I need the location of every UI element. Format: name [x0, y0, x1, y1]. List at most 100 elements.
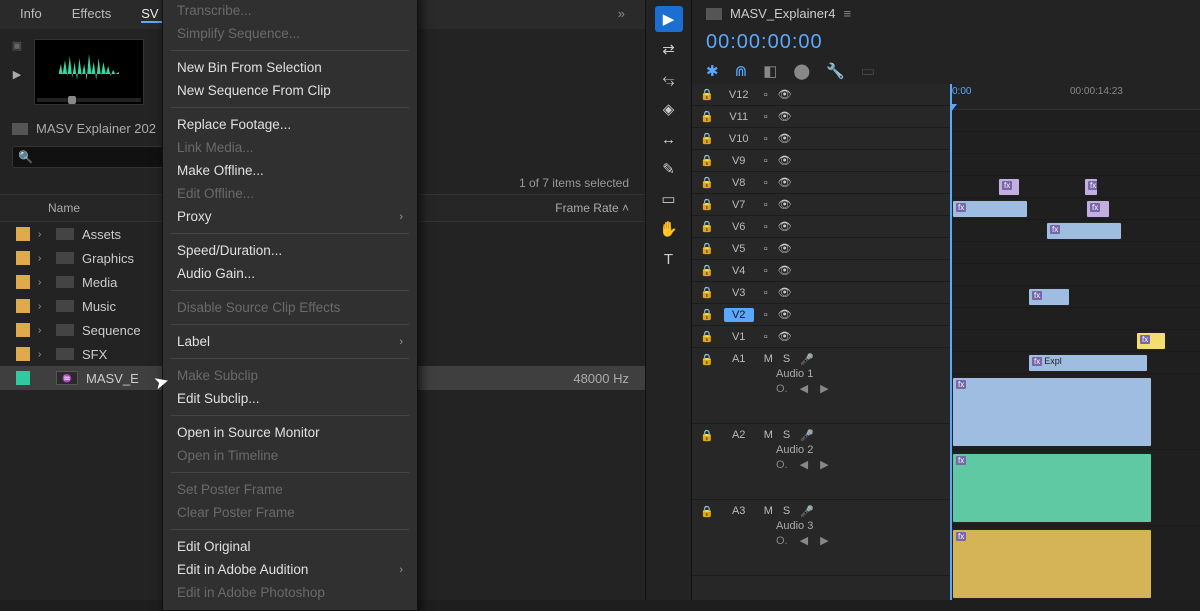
toggle-output-icon[interactable]: ▫: [764, 331, 768, 343]
track-label[interactable]: V2: [724, 308, 754, 322]
timeline-clip[interactable]: fx: [1136, 332, 1166, 350]
keyframe-icon[interactable]: O.: [776, 535, 788, 547]
eye-icon[interactable]: 👁: [778, 110, 792, 123]
video-track-header[interactable]: 🔒 V11 ▫ 👁: [692, 106, 950, 128]
eye-icon[interactable]: 👁: [778, 198, 792, 211]
video-track-header[interactable]: 🔒 V12 ▫ 👁: [692, 84, 950, 106]
prev-keyframe-icon[interactable]: ◀: [800, 458, 808, 471]
lock-icon[interactable]: 🔒: [700, 220, 714, 233]
toggle-output-icon[interactable]: ▫: [764, 133, 768, 145]
track-label[interactable]: V1: [724, 330, 754, 344]
mic-icon[interactable]: 🎤: [800, 429, 814, 442]
chevron-right-icon[interactable]: ›: [38, 349, 48, 360]
context-menu-item[interactable]: Edit Original: [163, 535, 417, 558]
lock-icon[interactable]: 🔒: [700, 286, 714, 299]
context-menu-item[interactable]: Edit in Adobe Audition›: [163, 558, 417, 581]
track-label[interactable]: V9: [724, 154, 754, 168]
lock-icon[interactable]: 🔒: [700, 88, 714, 101]
hamburger-icon[interactable]: ≡: [844, 6, 852, 21]
time-ruler[interactable]: 0:00 00:00:14:23: [950, 84, 1200, 110]
lock-icon[interactable]: 🔒: [700, 264, 714, 277]
track-label[interactable]: A2: [724, 428, 754, 442]
wrench-icon[interactable]: 🔧: [826, 62, 845, 80]
next-keyframe-icon[interactable]: ▶: [820, 534, 828, 547]
chevron-right-icon[interactable]: ›: [38, 301, 48, 312]
video-track-header[interactable]: 🔒V6▫👁: [692, 216, 950, 238]
solo-button[interactable]: S: [783, 353, 790, 365]
timeline-clip[interactable]: fx: [1028, 288, 1070, 306]
play-icon[interactable]: ▶: [13, 68, 21, 81]
context-menu-item[interactable]: Make Offline...: [163, 159, 417, 182]
timeline-clip[interactable]: fx: [952, 453, 1152, 523]
toggle-output-icon[interactable]: ▫: [764, 111, 768, 123]
track-label[interactable]: V4: [724, 264, 754, 278]
track-label[interactable]: V10: [724, 132, 754, 146]
eye-icon[interactable]: 👁: [778, 330, 792, 343]
toggle-output-icon[interactable]: ▫: [764, 89, 768, 101]
toggle-output-icon[interactable]: ▫: [764, 309, 768, 321]
toggle-output-icon[interactable]: ▫: [764, 155, 768, 167]
tool-button[interactable]: ⇄: [655, 36, 683, 62]
playhead[interactable]: [950, 84, 952, 600]
context-menu-item[interactable]: Open in Source Monitor: [163, 421, 417, 444]
lock-icon[interactable]: 🔒: [700, 154, 714, 167]
eye-icon[interactable]: 👁: [778, 220, 792, 233]
lock-icon[interactable]: 🔒: [700, 110, 714, 123]
timeline-clip[interactable]: fx: [952, 529, 1152, 599]
eye-icon[interactable]: 👁: [778, 154, 792, 167]
tool-button[interactable]: ▭: [655, 186, 683, 212]
tool-button[interactable]: ⥃: [655, 66, 683, 92]
track-label[interactable]: A1: [724, 352, 754, 366]
tab-effects[interactable]: Effects: [72, 6, 112, 23]
video-track-header[interactable]: 🔒V3▫👁: [692, 282, 950, 304]
audio-track-header[interactable]: 🔒A2MS🎤Audio 2O.◀▶: [692, 424, 950, 500]
chevron-right-icon[interactable]: ›: [38, 325, 48, 336]
context-menu-item[interactable]: Edit Subclip...: [163, 387, 417, 410]
timeline-clip[interactable]: fx: [952, 377, 1152, 447]
timeline-clip[interactable]: fx: [998, 178, 1020, 196]
keyframe-icon[interactable]: O.: [776, 383, 788, 395]
tool-button[interactable]: ↔: [655, 126, 683, 152]
tab-info[interactable]: Info: [20, 6, 42, 23]
toggle-output-icon[interactable]: ▫: [764, 287, 768, 299]
audio-track-header[interactable]: 🔒A3MS🎤Audio 3O.◀▶: [692, 500, 950, 576]
lock-icon[interactable]: 🔒: [700, 176, 714, 189]
video-track-header[interactable]: 🔒V4▫👁: [692, 260, 950, 282]
solo-button[interactable]: S: [783, 429, 790, 441]
eye-icon[interactable]: 👁: [778, 88, 792, 101]
mic-icon[interactable]: 🎤: [800, 505, 814, 518]
track-label[interactable]: V12: [724, 88, 754, 102]
context-menu-item[interactable]: Replace Footage...: [163, 113, 417, 136]
track-label[interactable]: V7: [724, 198, 754, 212]
track-label[interactable]: V8: [724, 176, 754, 190]
lock-icon[interactable]: 🔒: [700, 132, 714, 145]
track-content[interactable]: 0:00 00:00:14:23 fxfxfxfxfxfxfxfxExplfxf…: [950, 84, 1200, 600]
solo-button[interactable]: S: [783, 505, 790, 517]
next-keyframe-icon[interactable]: ▶: [820, 458, 828, 471]
context-menu-item[interactable]: Proxy›: [163, 205, 417, 228]
context-menu-item[interactable]: Label›: [163, 330, 417, 353]
timecode-display[interactable]: 00:00:00:00: [692, 27, 1200, 58]
video-track-header[interactable]: 🔒V7▫👁: [692, 194, 950, 216]
context-menu-item[interactable]: Audio Gain...: [163, 262, 417, 285]
video-track-header[interactable]: 🔒 V1 ▫ 👁: [692, 326, 950, 348]
audio-track-header[interactable]: 🔒A1MS🎤Audio 1O.◀▶: [692, 348, 950, 424]
context-menu-item[interactable]: New Bin From Selection: [163, 56, 417, 79]
track-label[interactable]: V5: [724, 242, 754, 256]
mute-button[interactable]: M: [764, 429, 773, 441]
lock-icon[interactable]: 🔒: [700, 330, 714, 343]
track-label[interactable]: V11: [724, 110, 754, 124]
lock-icon[interactable]: 🔒: [700, 242, 714, 255]
keyframe-icon[interactable]: O.: [776, 459, 788, 471]
lock-icon[interactable]: 🔒: [700, 198, 714, 211]
tool-button[interactable]: ✎: [655, 156, 683, 182]
timeline-clip[interactable]: fx: [1046, 222, 1122, 240]
next-keyframe-icon[interactable]: ▶: [820, 382, 828, 395]
marker-icon[interactable]: ⬤: [793, 62, 810, 80]
video-track-header[interactable]: 🔒V8▫👁: [692, 172, 950, 194]
track-label[interactable]: V6: [724, 220, 754, 234]
mute-button[interactable]: M: [764, 505, 773, 517]
eye-icon[interactable]: 👁: [778, 242, 792, 255]
camera-icon[interactable]: ▣: [12, 39, 22, 52]
prev-keyframe-icon[interactable]: ◀: [800, 534, 808, 547]
